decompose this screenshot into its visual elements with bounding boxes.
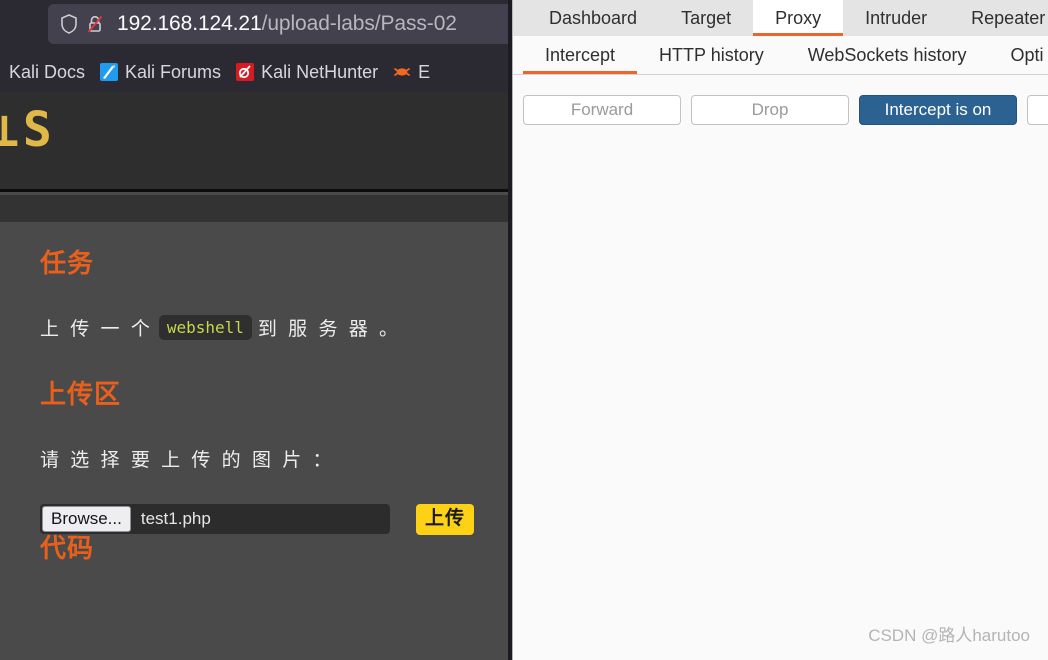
screenshot-root: 192.168.124.21/upload-labs/Pass-02 Kali … xyxy=(0,0,1048,660)
tab-label: Repeater xyxy=(971,7,1046,28)
task-text-after: 到 服 务 器 。 xyxy=(257,319,402,340)
task-description: 上 传 一 个 webshell 到 服 务 器 。 xyxy=(40,314,512,341)
selected-file-name: test1.php xyxy=(140,509,211,529)
subtab-options[interactable]: Opti xyxy=(988,36,1048,74)
intercept-toggle-button[interactable]: Intercept is on xyxy=(859,95,1017,125)
bookmark-label: Kali Docs xyxy=(9,61,86,82)
bookmark-label: E xyxy=(418,61,431,82)
url-bar[interactable]: 192.168.124.21/upload-labs/Pass-02 xyxy=(48,4,512,44)
subtab-label: WebSockets history xyxy=(807,44,967,65)
burp-suite-window: Dashboard Target Proxy Intruder Repeater… xyxy=(512,0,1048,660)
site-header: ⊥S xyxy=(0,92,512,192)
bookmark-kali-nethunter[interactable]: Kali NetHunter xyxy=(228,57,385,87)
exploit-db-bug-icon xyxy=(392,62,412,82)
tab-dashboard[interactable]: Dashboard xyxy=(527,0,659,36)
burp-intercept-controls: Forward Drop Intercept is on xyxy=(513,75,1048,145)
tab-intruder[interactable]: Intruder xyxy=(843,0,949,36)
upload-form-row: Browse... test1.php 上传 xyxy=(40,504,512,535)
bookmark-label: Kali Forums xyxy=(125,61,222,82)
tab-proxy[interactable]: Proxy xyxy=(753,0,844,36)
button-label: Forward xyxy=(570,100,634,119)
subtab-websockets-history[interactable]: WebSockets history xyxy=(786,36,989,74)
shield-icon[interactable] xyxy=(56,10,82,38)
upload-submit-button[interactable]: 上传 xyxy=(416,504,475,535)
subtab-label: Opti xyxy=(1010,44,1044,65)
tab-label: Proxy xyxy=(775,7,822,28)
bookmark-kali-docs[interactable]: Kali Docs xyxy=(2,57,92,87)
web-page-viewport: ⊥S 任务 上 传 一 个 webshell 到 服 务 器 。 上传区 请 选… xyxy=(0,92,512,660)
button-label: Drop xyxy=(751,100,789,119)
upload-area-heading: 上传区 xyxy=(40,379,122,409)
browser-navigation-toolbar: 192.168.124.21/upload-labs/Pass-02 xyxy=(0,0,512,52)
drop-button[interactable]: Drop xyxy=(691,95,849,125)
url-host: 192.168.124.21 xyxy=(117,12,262,35)
upload-labs-logo: ⊥S xyxy=(0,102,56,158)
task-text-before: 上 传 一 个 xyxy=(40,319,153,340)
tab-label: Dashboard xyxy=(549,7,638,28)
csdn-watermark: CSDN @路人harutoo xyxy=(868,626,1030,645)
burp-proxy-subtabbar: Intercept HTTP history WebSockets histor… xyxy=(513,36,1048,75)
task-heading: 任务 xyxy=(40,248,95,278)
page-content: 任务 上 传 一 个 webshell 到 服 务 器 。 上传区 请 选 择 … xyxy=(0,222,512,660)
kali-forums-icon xyxy=(99,62,119,82)
url-text[interactable]: 192.168.124.21/upload-labs/Pass-02 xyxy=(117,12,457,36)
tab-target[interactable]: Target xyxy=(659,0,753,36)
file-input[interactable]: Browse... test1.php xyxy=(40,504,390,535)
webshell-code-badge: webshell xyxy=(158,315,252,340)
forward-button[interactable]: Forward xyxy=(523,95,681,125)
site-nav-strip xyxy=(0,195,512,222)
firefox-browser-window: 192.168.124.21/upload-labs/Pass-02 Kali … xyxy=(0,0,512,660)
subtab-intercept[interactable]: Intercept xyxy=(523,36,638,74)
bookmarks-bar: Kali Docs Kali Forums Kali NetHunter E xyxy=(0,52,512,92)
subtab-http-history[interactable]: HTTP history xyxy=(637,36,786,74)
tab-label: Target xyxy=(681,7,732,28)
file-prompt-label: 请 选 择 要 上 传 的 图 片 ： xyxy=(40,450,335,471)
tab-repeater[interactable]: Repeater xyxy=(949,0,1048,36)
url-path: /upload-labs/Pass-02 xyxy=(261,12,457,35)
subtab-label: HTTP history xyxy=(659,44,764,65)
subtab-label: Intercept xyxy=(545,44,616,65)
lock-crossed-icon[interactable] xyxy=(82,10,108,38)
tab-label: Intruder xyxy=(865,7,928,28)
kali-nethunter-icon xyxy=(235,62,255,82)
burp-main-tabbar: Dashboard Target Proxy Intruder Repeater xyxy=(513,0,1048,36)
action-button[interactable] xyxy=(1027,95,1048,125)
burp-intercept-message-area[interactable] xyxy=(513,145,1048,660)
browse-button[interactable]: Browse... xyxy=(42,506,131,533)
code-heading: 代码 xyxy=(40,532,95,563)
bookmark-exploit-db[interactable]: E xyxy=(385,57,437,87)
button-label: Intercept is on xyxy=(884,100,992,119)
bookmark-label: Kali NetHunter xyxy=(261,61,379,82)
bookmark-kali-forums[interactable]: Kali Forums xyxy=(92,57,228,87)
